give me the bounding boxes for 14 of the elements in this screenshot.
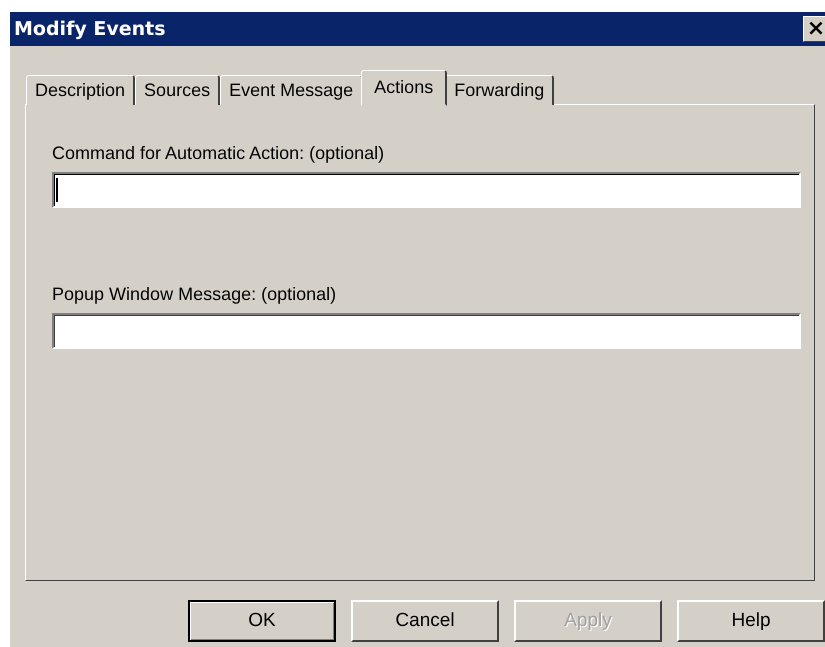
tab[interactable]: Event Message [220,75,364,105]
tab[interactable]: Description [26,75,136,105]
tab[interactable]: Forwarding [445,75,554,105]
field-label: Command for Automatic Action: (optional) [52,143,386,164]
input-field[interactable] [52,313,801,349]
dialog-button[interactable]: OK [188,600,336,642]
dialog-button[interactable]: Help [677,600,825,642]
dialog-button[interactable]: Cancel [351,600,499,642]
tab[interactable]: Sources [135,75,220,105]
window-title: Modify Events [14,18,166,40]
input-field[interactable] [52,172,801,208]
tab[interactable]: Actions [361,70,448,106]
field-label: Popup Window Message: (optional) [52,284,338,305]
close-button[interactable]: × [803,16,825,42]
